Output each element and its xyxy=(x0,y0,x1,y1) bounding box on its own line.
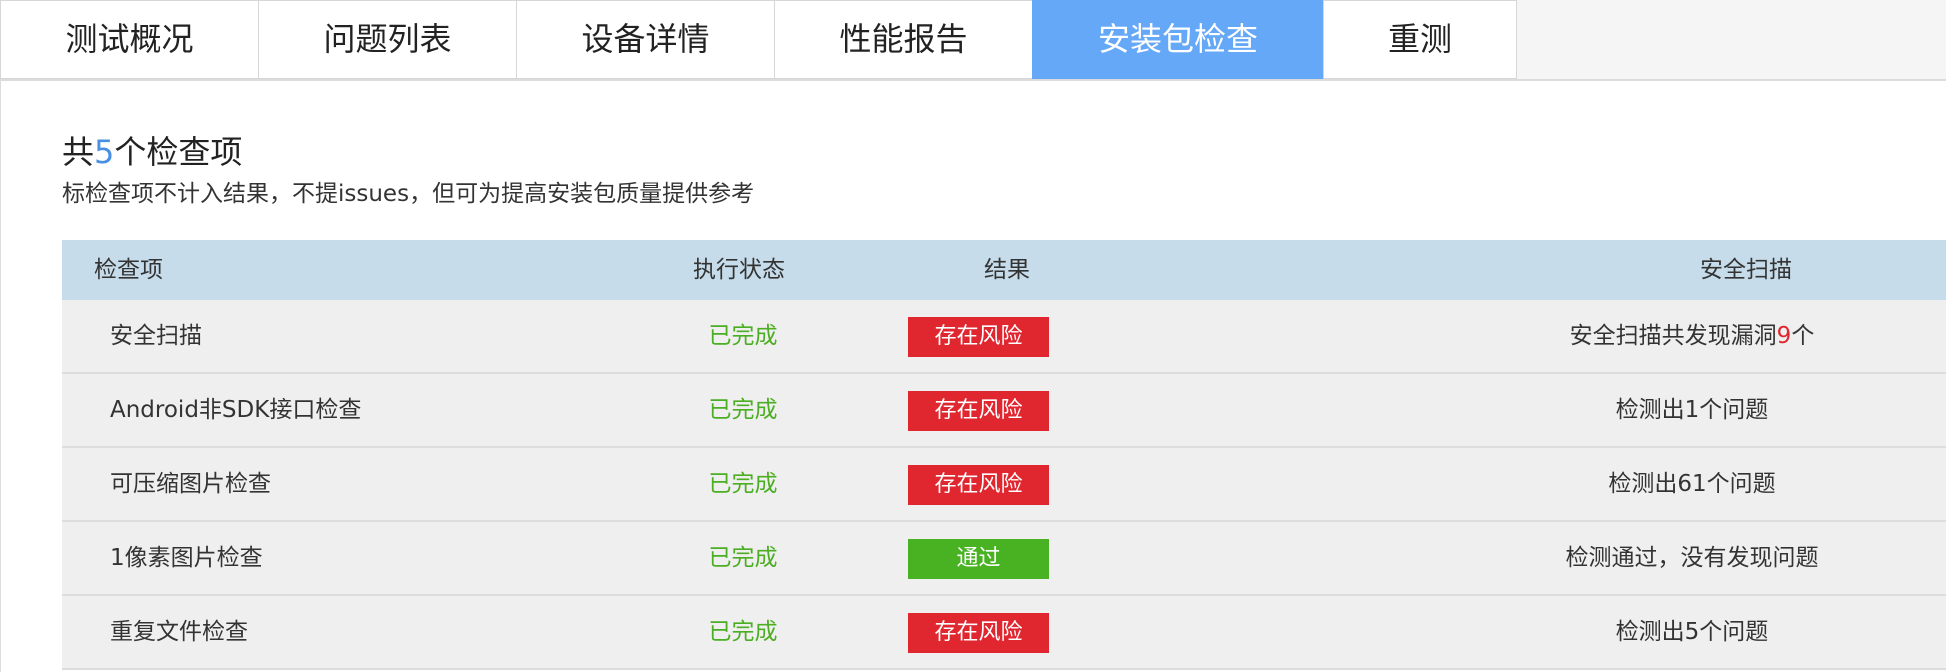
tab-retest[interactable]: 重测 xyxy=(1323,0,1517,79)
check-item-name: 重复文件检查 xyxy=(110,619,248,645)
result-cell: 存在风险 xyxy=(908,596,1049,668)
result-badge[interactable]: 存在风险 xyxy=(908,317,1049,357)
result-description: 检测出61个问题 xyxy=(1608,471,1776,497)
check-count-summary: 共5个检查项 xyxy=(62,132,242,172)
check-item-name: 1像素图片检查 xyxy=(110,545,263,571)
result-badge[interactable]: 存在风险 xyxy=(908,613,1049,653)
result-badge[interactable]: 存在风险 xyxy=(908,391,1049,431)
tab-bar: 测试概况 问题列表 设备详情 性能报告 安装包检查 重测 xyxy=(0,0,1946,81)
result-description: 检测通过，没有发现问题 xyxy=(1565,545,1819,571)
tab-package-check[interactable]: 安装包检查 xyxy=(1032,0,1324,79)
result-cell: 存在风险 xyxy=(908,374,1049,446)
table-row[interactable]: 重复文件检查 已完成 存在风险 检测出5个问题 xyxy=(62,596,1946,670)
tab-issue-list[interactable]: 问题列表 xyxy=(258,0,517,79)
status-text: 已完成 xyxy=(708,619,778,645)
result-badge[interactable]: 存在风险 xyxy=(908,465,1049,505)
check-table: 检查项 执行状态 结果 安全扫描 安全扫描 已完成 存在风险 安全扫描共发现漏洞… xyxy=(62,240,1946,670)
result-description: 安全扫描共发现漏洞9个 xyxy=(1482,300,1902,372)
result-cell: 存在风险 xyxy=(908,448,1049,520)
header-description: 安全扫描 xyxy=(1700,257,1792,283)
package-check-panel: 共5个检查项 标检查项不计入结果，不提issues，但可为提高安装包质量提供参考… xyxy=(0,81,1946,672)
desc-prefix: 安全扫描共发现漏洞 xyxy=(1569,323,1777,349)
tab-performance-report[interactable]: 性能报告 xyxy=(774,0,1033,79)
status-text: 已完成 xyxy=(708,397,778,423)
desc-suffix: 个 xyxy=(1791,323,1815,349)
result-description: 检测出5个问题 xyxy=(1615,619,1769,645)
summary-prefix: 共 xyxy=(62,133,95,171)
table-row[interactable]: 安全扫描 已完成 存在风险 安全扫描共发现漏洞9个 xyxy=(62,300,1946,374)
table-header: 检查项 执行状态 结果 安全扫描 xyxy=(62,240,1946,300)
result-cell: 通过 xyxy=(908,522,1049,594)
header-check-item: 检查项 xyxy=(94,257,163,283)
result-cell: 存在风险 xyxy=(908,300,1049,372)
check-note: 标检查项不计入结果，不提issues，但可为提高安装包质量提供参考 xyxy=(62,181,755,207)
result-description: 检测出1个问题 xyxy=(1615,397,1769,423)
status-text: 已完成 xyxy=(708,323,778,349)
tab-device-details[interactable]: 设备详情 xyxy=(516,0,775,79)
vulnerability-count: 9 xyxy=(1776,323,1792,349)
check-item-name: 安全扫描 xyxy=(110,323,202,349)
status-text: 已完成 xyxy=(708,471,778,497)
table-row[interactable]: 可压缩图片检查 已完成 存在风险 检测出61个问题 xyxy=(62,448,1946,522)
header-result: 结果 xyxy=(984,257,1030,283)
table-row[interactable]: Android非SDK接口检查 已完成 存在风险 检测出1个问题 xyxy=(62,374,1946,448)
tab-test-overview[interactable]: 测试概况 xyxy=(0,0,259,79)
header-status: 执行状态 xyxy=(693,257,785,283)
check-item-name: Android非SDK接口检查 xyxy=(110,397,362,423)
summary-suffix: 个检查项 xyxy=(114,133,243,171)
status-text: 已完成 xyxy=(708,545,778,571)
result-badge[interactable]: 通过 xyxy=(908,539,1049,579)
table-row[interactable]: 1像素图片检查 已完成 通过 检测通过，没有发现问题 xyxy=(62,522,1946,596)
check-item-name: 可压缩图片检查 xyxy=(110,471,271,497)
check-count: 5 xyxy=(94,133,115,171)
